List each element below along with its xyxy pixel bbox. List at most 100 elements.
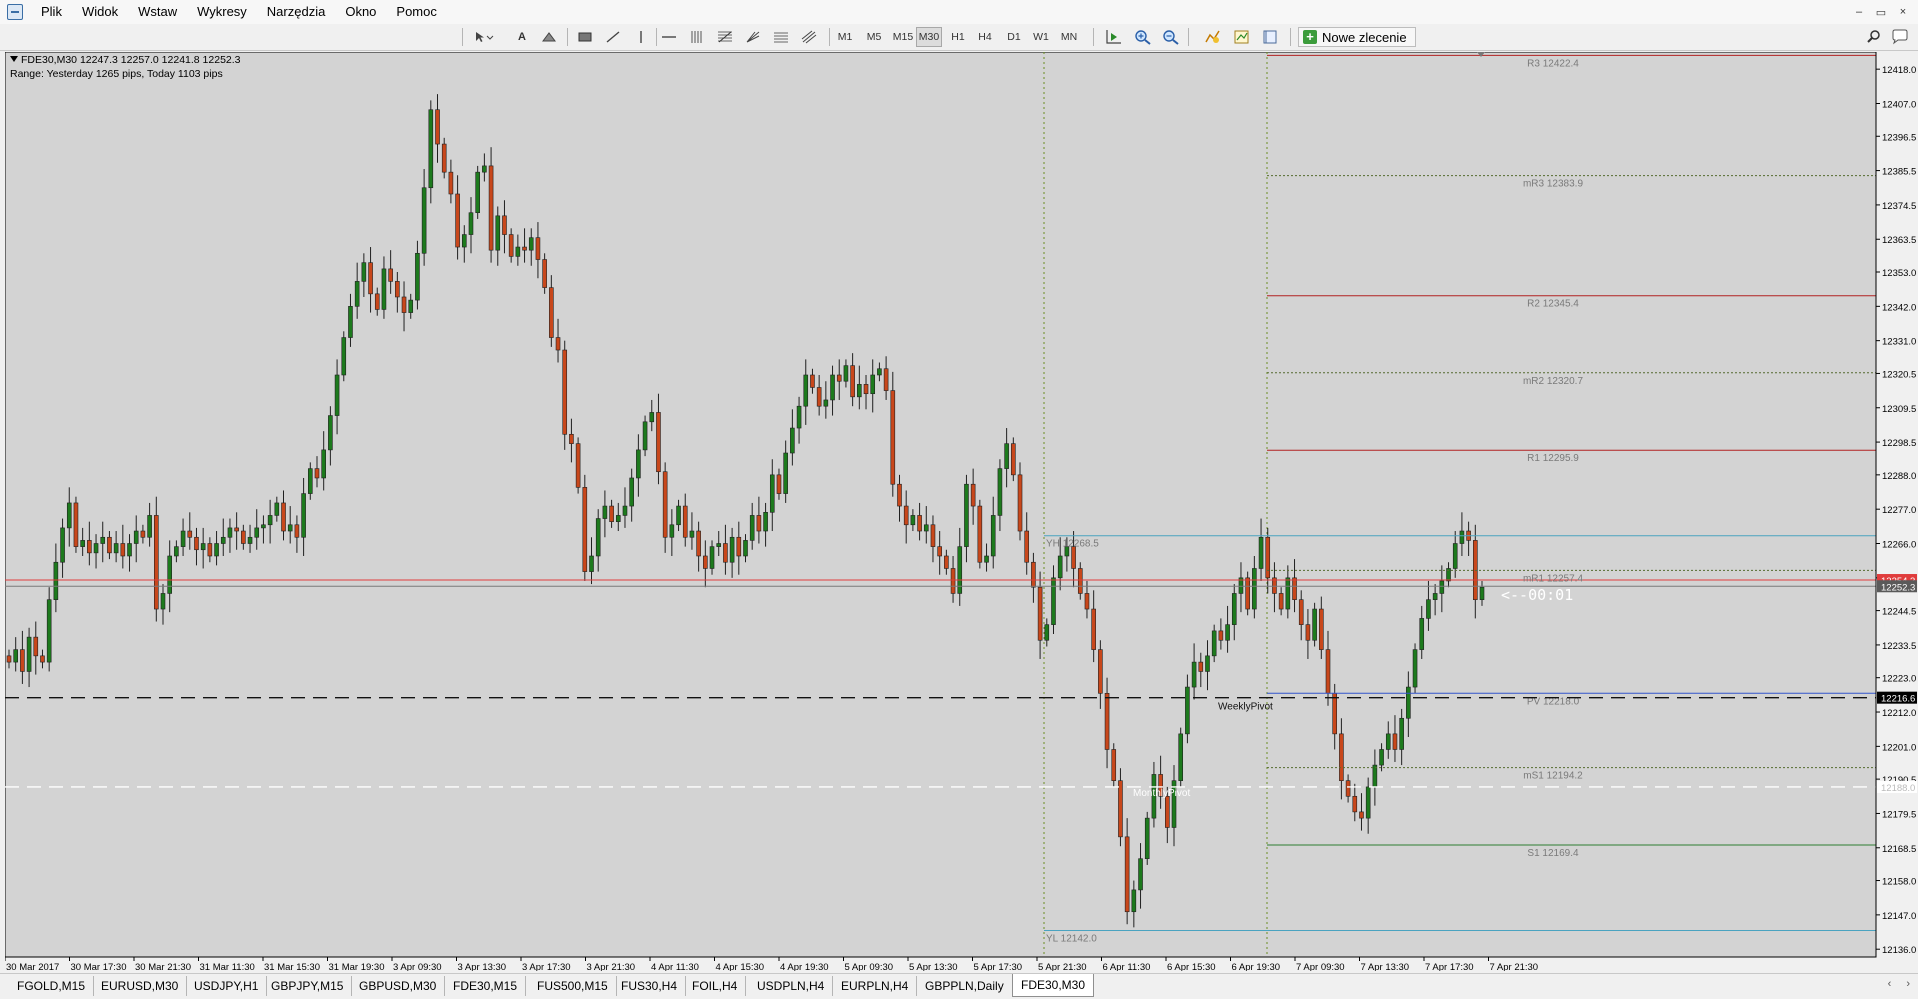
chat-icon[interactable] (1888, 27, 1912, 47)
candle-body (1252, 568, 1257, 610)
timeframe-d1[interactable]: D1 (1001, 27, 1027, 47)
chart-window[interactable]: R3 12422.4 mR3 12383.9 R2 12345.4 mR2 12320… (5, 52, 1918, 971)
time-axis-label: 3 Apr 21:30 (587, 962, 636, 971)
autoscroll-icon[interactable] (1102, 27, 1126, 47)
tab-foil-h4[interactable]: FOIL,H4 (684, 976, 747, 996)
fib-fan-icon[interactable] (769, 27, 793, 47)
tab-fus30-h4[interactable]: FUS30,H4 (613, 976, 687, 996)
tab-usdjpy-h1[interactable]: USDJPY,H1 (186, 976, 268, 996)
collapse-triangle-icon[interactable] (10, 56, 18, 62)
tab-gbpusd-m30[interactable]: GBPUSD,M30 (351, 976, 446, 996)
price-axis-label: 12223.0 (1882, 674, 1916, 685)
time-axis-label: 30 Mar 17:30 (71, 962, 127, 971)
pitchfork-tool-icon[interactable] (797, 27, 821, 47)
candle-body (528, 237, 534, 251)
menu-pomoc[interactable]: Pomoc (386, 0, 446, 24)
candle-body (120, 543, 126, 557)
time-axis-label: 31 Mar 15:30 (264, 962, 320, 971)
timeframe-m1[interactable]: M1 (832, 27, 858, 47)
time-axis-label: 3 Apr 17:30 (522, 962, 571, 971)
restore-button[interactable]: ▭ (1870, 6, 1892, 19)
candle-body (1305, 624, 1311, 641)
cursor-tool-icon[interactable] (472, 27, 496, 47)
candle-body (703, 555, 708, 569)
text-tool-button[interactable]: A (510, 27, 534, 47)
gann-tool-icon[interactable] (741, 27, 765, 47)
time-axis-label: 4 Apr 19:30 (780, 962, 829, 971)
search-icon[interactable] (1862, 27, 1886, 47)
templates-icon[interactable] (1230, 27, 1254, 47)
time-axis-label: 4 Apr 15:30 (716, 962, 765, 971)
indicators-icon[interactable] (1201, 27, 1225, 47)
timeframe-w1[interactable]: W1 (1028, 27, 1054, 47)
trendline-tool-icon[interactable] (601, 27, 625, 47)
fibonacci-tool-icon[interactable] (713, 27, 737, 47)
menu-wykresy[interactable]: Wykresy (187, 0, 257, 24)
candle-body (147, 515, 152, 538)
horizontal-line-icon[interactable] (657, 27, 681, 47)
price-axis-label: 12212.0 (1882, 708, 1916, 719)
candle-body (656, 412, 661, 473)
menu-wstaw[interactable]: Wstaw (128, 0, 187, 24)
toolbar-separator (462, 28, 463, 46)
price-chart[interactable]: R3 12422.4 mR3 12383.9 R2 12345.4 mR2 12320… (5, 52, 1918, 971)
properties-icon[interactable] (1258, 27, 1282, 47)
candle-body (555, 337, 561, 351)
candle-body (749, 515, 755, 541)
timeframe-m30[interactable]: M30 (916, 27, 942, 47)
menu-narzedzia[interactable]: Narzędzia (257, 0, 336, 24)
tab-fgold-m15[interactable]: FGOLD,M15 (9, 976, 95, 996)
tab-fde30-m15[interactable]: FDE30,M15 (445, 976, 527, 996)
candle-body (1319, 608, 1324, 650)
candle-body (582, 487, 588, 572)
zoom-in-icon[interactable] (1131, 27, 1155, 47)
price-axis-label: 12266.0 (1882, 540, 1916, 551)
time-axis-label: 30 Mar 21:30 (135, 962, 191, 971)
candle-body (488, 165, 494, 251)
time-axis-label: 5 Apr 21:30 (1038, 962, 1087, 971)
candle-body (522, 246, 527, 251)
rectangle-tool-icon[interactable] (573, 27, 597, 47)
time-axis-label: 30 Mar 2017 (6, 962, 59, 971)
candle-body (1024, 530, 1030, 563)
triangle-tool-icon[interactable] (537, 27, 561, 47)
chart-tabs-bar: FGOLD,M15 EURUSD,M30 USDJPY,H1 GBPJPY,M1… (0, 973, 1918, 999)
tab-gbpjpy-m15[interactable]: GBPJPY,M15 (263, 976, 353, 996)
scroll-left-icon[interactable]: ‹ (1888, 978, 1892, 990)
menu-plik[interactable]: Plik (31, 0, 72, 24)
tab-fde30-m30[interactable]: FDE30,M30 (1012, 974, 1095, 997)
toolbar-separator (1188, 28, 1189, 46)
scroll-right-icon[interactable]: › (1906, 978, 1910, 990)
candle-body (662, 471, 668, 538)
candle-body (1432, 593, 1438, 600)
close-button[interactable]: × (1892, 6, 1914, 18)
zoom-out-icon[interactable] (1159, 27, 1183, 47)
candle-body (970, 483, 976, 507)
candle-body (1144, 817, 1150, 859)
toolbar: A M1 M5 M15 M30 H1 H4 D1 W1 MN + Nowe zl… (0, 24, 1918, 51)
candle-body (1098, 649, 1103, 694)
timeframe-h1[interactable]: H1 (945, 27, 971, 47)
vertical-line-icon[interactable] (629, 27, 653, 47)
tab-fus500-m15[interactable]: FUS500,M15 (529, 976, 617, 996)
new-order-button[interactable]: + Nowe zlecenie (1298, 27, 1416, 47)
timeframe-m5[interactable]: M5 (861, 27, 887, 47)
candle-body (810, 374, 815, 388)
timeframe-h4[interactable]: H4 (972, 27, 998, 47)
candle-body (1111, 749, 1117, 781)
menu-widok[interactable]: Widok (72, 0, 128, 24)
channel-tool-icon[interactable] (685, 27, 709, 47)
minimize-button[interactable]: – (1848, 6, 1870, 18)
tab-eurpln-h4[interactable]: EURPLN,H4 (833, 976, 918, 996)
timeframe-mn[interactable]: MN (1056, 27, 1082, 47)
menu-okno[interactable]: Okno (335, 0, 386, 24)
candle-body (1185, 686, 1190, 735)
candle-body (1031, 561, 1036, 588)
tab-gbppln-daily[interactable]: GBPPLN,Daily (917, 976, 1013, 996)
price-axis-label: 12158.0 (1882, 877, 1916, 888)
tab-eurusd-m30[interactable]: EURUSD,M30 (93, 976, 188, 996)
candle-body (803, 374, 809, 407)
timeframe-m15[interactable]: M15 (890, 27, 916, 47)
candle-body (328, 415, 333, 451)
tab-usdpln-h4[interactable]: USDPLN,H4 (749, 976, 834, 996)
